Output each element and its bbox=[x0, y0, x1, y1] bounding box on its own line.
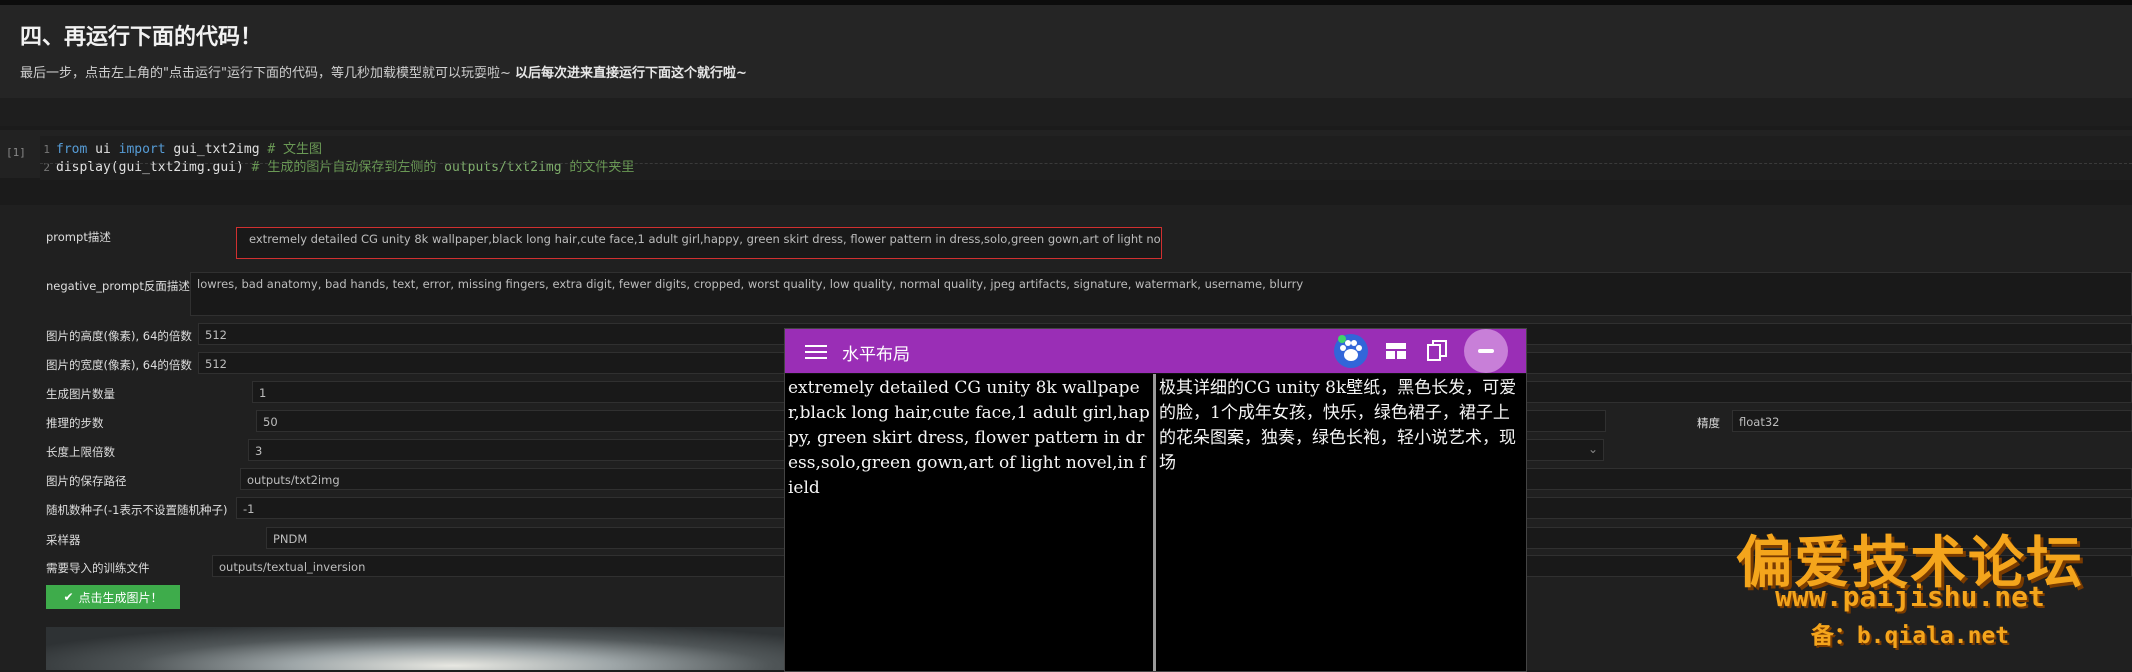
steps-label: 推理的步数 bbox=[46, 416, 104, 430]
watermark-logo: 偏爱技术论坛 www.paijishu.net 备：b.qiala.net bbox=[1700, 518, 2120, 658]
markdown-cell: 四、再运行下面的代码！ 最后一步，点击左上角的"点击运行"运行下面的代码，等几秒… bbox=[0, 5, 2132, 98]
code-line-2: 2 display(gui_txt2img.gui) # 生成的图片自动保存到左侧… bbox=[40, 156, 634, 175]
menu-icon[interactable] bbox=[805, 341, 827, 361]
copy-icon[interactable] bbox=[1425, 339, 1449, 363]
watermark-url: www.paijishu.net bbox=[1775, 580, 2045, 613]
description-text: 最后一步，点击左上角的"点击运行"运行下面的代码，等几秒加载模型就可以玩耍啦~ bbox=[20, 66, 511, 81]
generate-button[interactable]: ✔ 点击生成图片！ bbox=[46, 585, 180, 609]
import-name: gui_txt2img bbox=[173, 142, 260, 157]
prompt-input[interactable]: extremely detailed CG unity 8k wallpaper… bbox=[236, 227, 1162, 259]
precision-select[interactable]: float32 bbox=[1732, 410, 2132, 432]
cell-gap bbox=[0, 98, 2132, 126]
translated-text-pane[interactable]: 极其详细的CG unity 8k壁纸，黑色长发，可爱的脸，1个成年女孩，快乐，绿… bbox=[1156, 374, 1526, 671]
save-path-label: 图片的保存路径 bbox=[46, 474, 127, 488]
seed-label: 随机数种子(-1表示不设置随机种子) bbox=[46, 503, 228, 517]
minimize-button[interactable] bbox=[1464, 329, 1508, 373]
code-comment: # 文生图 bbox=[267, 142, 322, 157]
num-images-label: 生成图片数量 bbox=[46, 387, 115, 401]
section-description: 最后一步，点击左上角的"点击运行"运行下面的代码，等几秒加载模型就可以玩耍啦~ … bbox=[20, 62, 747, 81]
negative-prompt-input[interactable]: lowres, bad anatomy, bad hands, text, er… bbox=[190, 272, 2132, 316]
layout-icon[interactable] bbox=[1385, 341, 1407, 361]
chevron-down-icon[interactable]: ⌄ bbox=[1588, 442, 1598, 456]
module-name: ui bbox=[95, 142, 111, 157]
height-label: 图片的高度(像素), 64的倍数 bbox=[46, 329, 192, 343]
keyword-from: from bbox=[56, 142, 88, 157]
max-len-label: 长度上限倍数 bbox=[46, 445, 115, 459]
precision-label: 精度 bbox=[1697, 416, 1720, 430]
textual-inversion-label: 需要导入的训练文件 bbox=[46, 561, 150, 575]
watermark-backup: 备：b.qiala.net bbox=[1810, 623, 2010, 649]
execution-count: [1] bbox=[6, 146, 26, 159]
minus-icon bbox=[1478, 349, 1494, 353]
status-dot bbox=[1338, 335, 1346, 343]
code-editor[interactable]: 1 from ui import gui_txt2img # 文生图 2 displ… bbox=[40, 136, 2132, 180]
prompt-label: prompt描述 bbox=[46, 230, 111, 244]
description-bold: 以后每次进来直接运行下面这个就行啦~ bbox=[515, 66, 747, 81]
section-title: 四、再运行下面的代码！ bbox=[20, 25, 263, 50]
width-label: 图片的宽度(像素), 64的倍数 bbox=[46, 358, 192, 372]
keyword-import: import bbox=[118, 142, 166, 157]
translator-title: 水平布局 bbox=[842, 345, 910, 365]
code-line-1: 1 from ui import gui_txt2img # 文生图 bbox=[40, 138, 322, 157]
negative-prompt-label: negative_prompt反面描述 bbox=[46, 279, 190, 293]
check-icon: ✔ bbox=[63, 590, 74, 604]
code-divider bbox=[40, 163, 2132, 164]
translator-window: 水平布局 extremely detailed CG unity 8k wall… bbox=[784, 328, 1527, 672]
generated-image-preview bbox=[46, 627, 786, 670]
sampler-label: 采样器 bbox=[46, 533, 81, 547]
line-number: 1 bbox=[43, 143, 50, 156]
translator-header: 水平布局 bbox=[785, 329, 1526, 373]
source-text-pane[interactable]: extremely detailed CG unity 8k wallpaper… bbox=[785, 374, 1153, 671]
generate-button-label: 点击生成图片！ bbox=[78, 590, 163, 605]
